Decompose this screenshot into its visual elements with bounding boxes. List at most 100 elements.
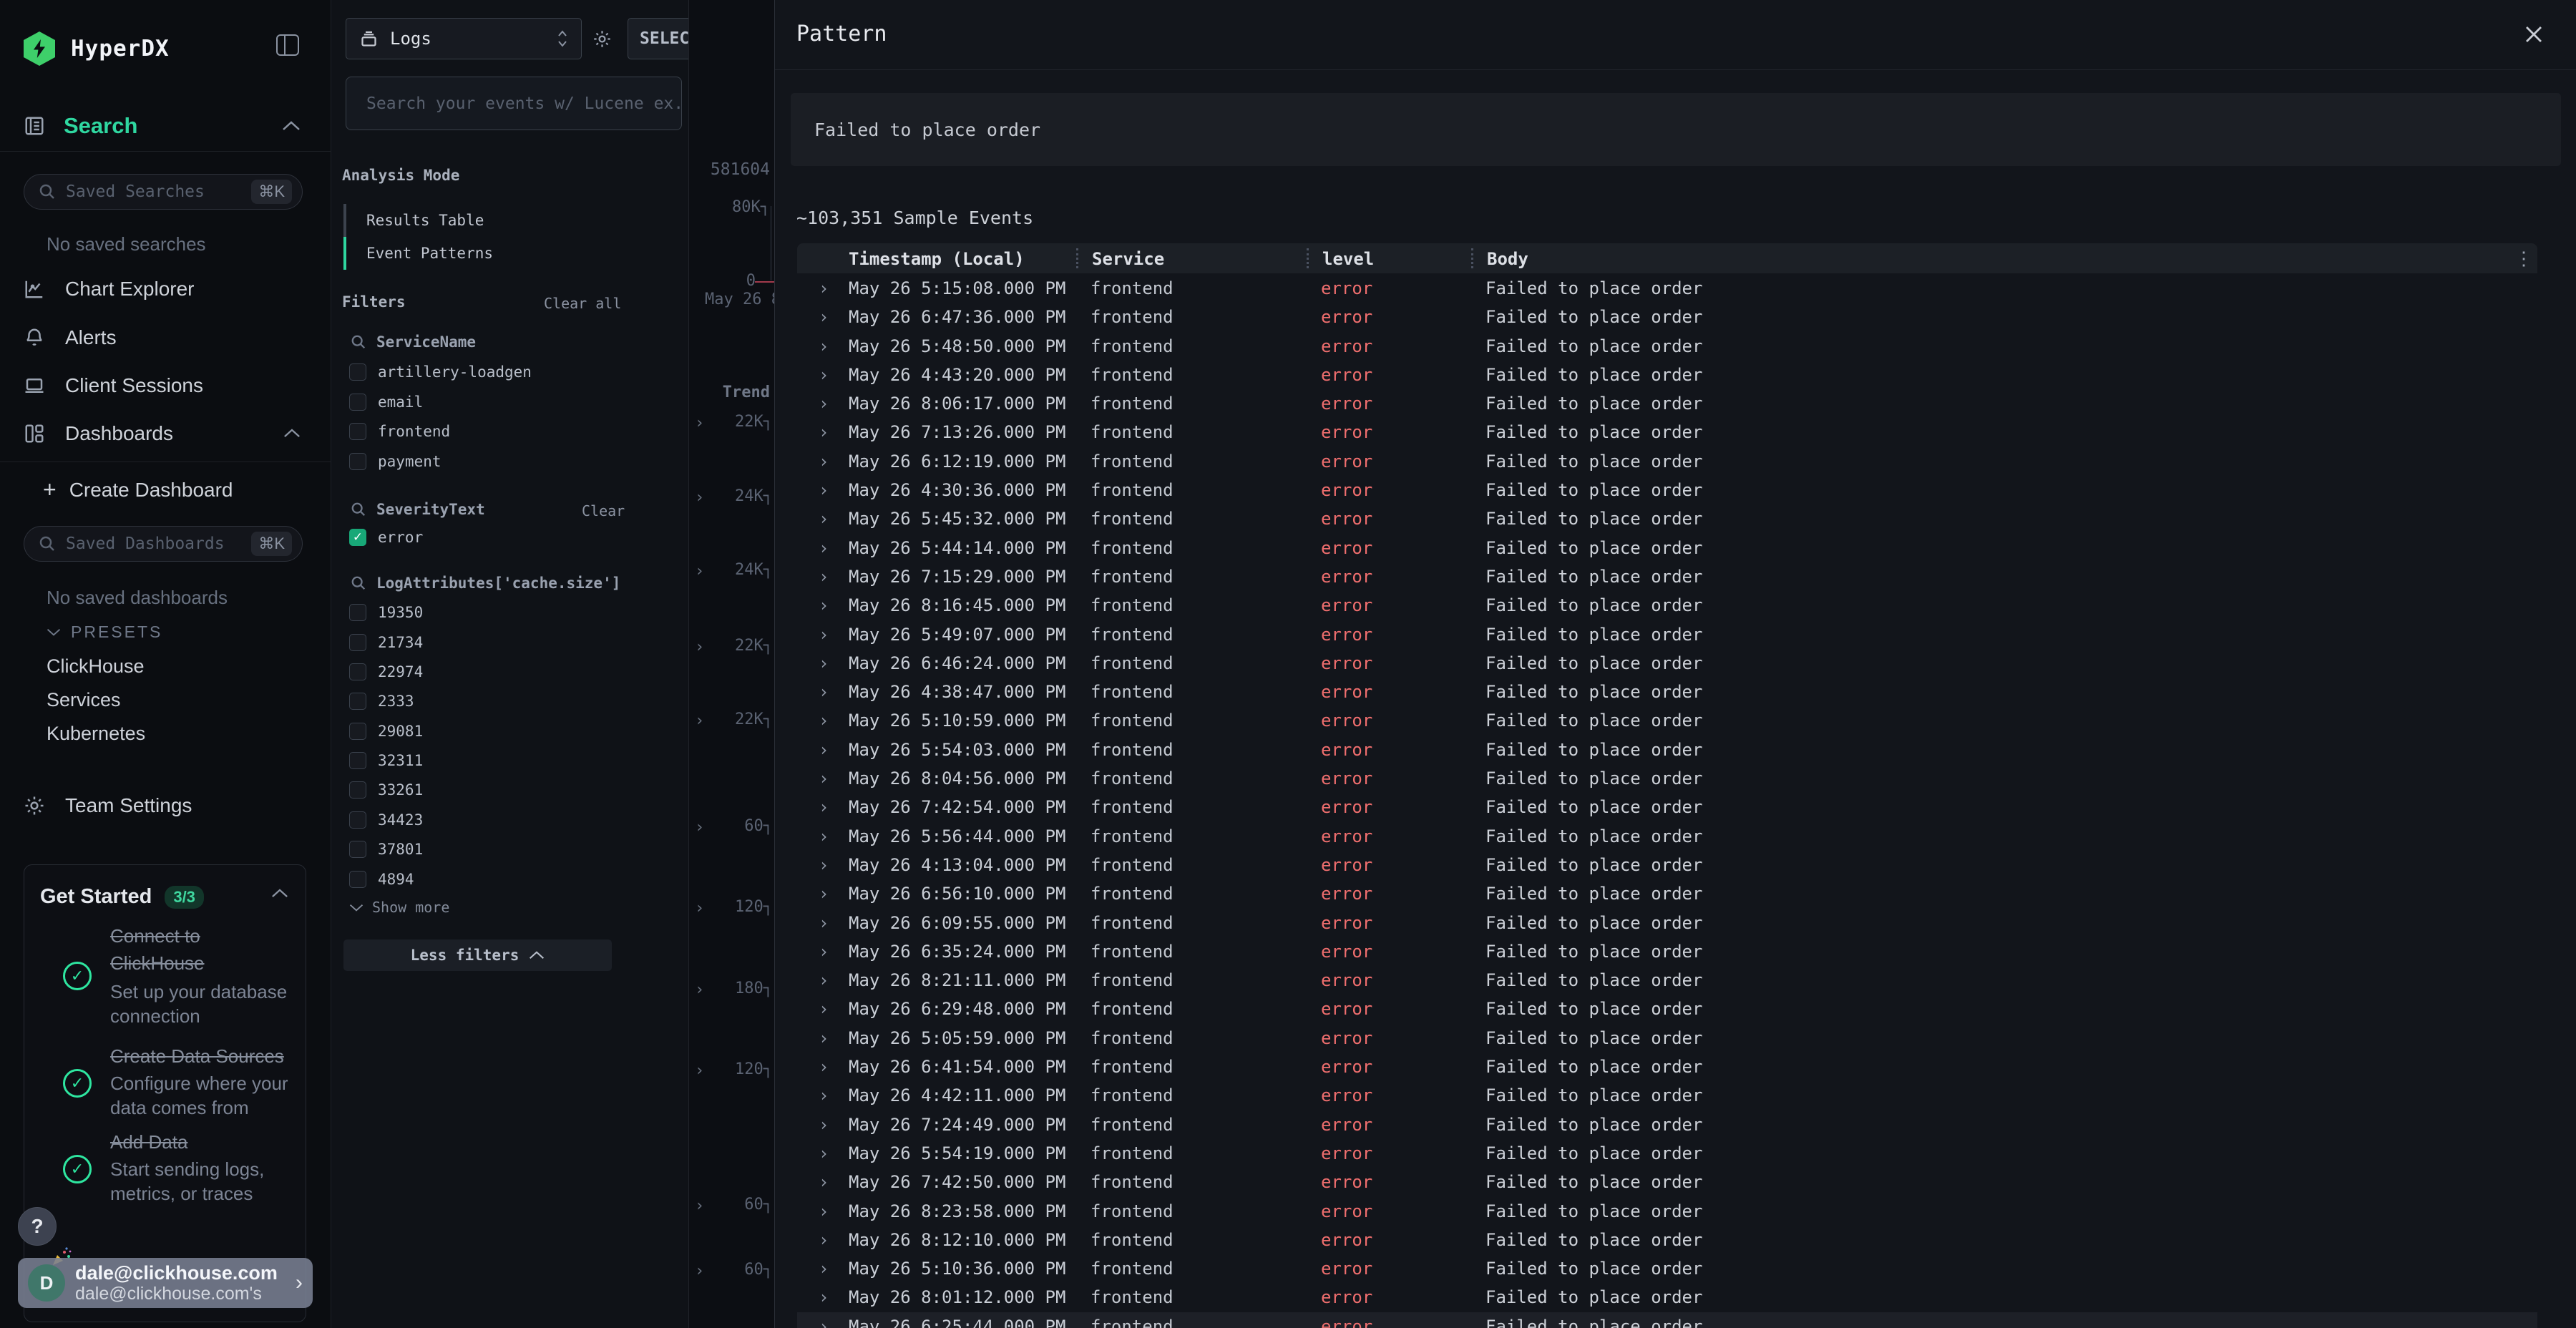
saved-dashboards-input[interactable]: Saved Dashboards ⌘K bbox=[24, 526, 303, 562]
expand-chevron-icon[interactable]: › bbox=[819, 1085, 829, 1105]
checkbox[interactable]: ✓ bbox=[349, 529, 366, 546]
pattern-row-partial[interactable]: › 24K┐ bbox=[689, 561, 774, 582]
search-icon[interactable] bbox=[351, 502, 366, 517]
checkbox[interactable] bbox=[349, 723, 366, 740]
select-columns-button[interactable]: SELECT bbox=[628, 18, 689, 59]
event-row[interactable]: › May 26 8:01:12.000 PM frontend error F… bbox=[797, 1283, 2537, 1312]
expand-chevron-icon[interactable]: › bbox=[819, 336, 829, 356]
search-icon[interactable] bbox=[351, 575, 366, 591]
expand-chevron-icon[interactable]: › bbox=[819, 942, 829, 962]
column-resize-handle[interactable] bbox=[1471, 248, 1473, 268]
clear-severity-link[interactable]: Clear bbox=[582, 502, 625, 519]
expand-chevron-icon[interactable]: › bbox=[819, 595, 829, 615]
filter-checkbox-option[interactable]: payment bbox=[349, 453, 441, 470]
close-icon[interactable] bbox=[2518, 19, 2550, 50]
event-row[interactable]: › May 26 8:12:10.000 PM frontend error F… bbox=[797, 1226, 2537, 1254]
event-row[interactable]: › May 26 8:16:45.000 PM frontend error F… bbox=[797, 591, 2537, 620]
filter-checkbox-option[interactable]: 22974 bbox=[349, 663, 423, 680]
expand-chevron-icon[interactable]: › bbox=[819, 278, 829, 298]
expand-chevron-icon[interactable]: › bbox=[819, 1201, 829, 1221]
event-search-input[interactable]: Search your events w/ Lucene ex. colu bbox=[346, 77, 682, 130]
get-started-step-title[interactable]: Connect to ClickHouse bbox=[110, 922, 289, 977]
event-row[interactable]: › May 26 5:44:14.000 PM frontend error F… bbox=[797, 534, 2537, 562]
user-menu[interactable]: D dale@clickhouse.com dale@clickhouse.co… bbox=[18, 1258, 313, 1308]
expand-chevron-icon[interactable]: › bbox=[819, 740, 829, 760]
expand-chevron-icon[interactable]: › bbox=[819, 768, 829, 788]
expand-chevron-icon[interactable]: › bbox=[819, 422, 829, 442]
checkbox[interactable] bbox=[349, 453, 366, 470]
event-row[interactable]: › May 26 5:54:03.000 PM frontend error F… bbox=[797, 736, 2537, 764]
expand-chevron-icon[interactable]: › bbox=[819, 538, 829, 558]
app-logo[interactable]: HyperDX bbox=[24, 31, 170, 66]
expand-chevron-icon[interactable]: › bbox=[819, 451, 829, 472]
event-row[interactable]: › May 26 6:25:44.000 PM frontend error F… bbox=[797, 1312, 2537, 1328]
sidebar-item-services[interactable]: Services bbox=[47, 689, 121, 711]
expand-chevron-icon[interactable]: › bbox=[819, 1172, 829, 1192]
event-row[interactable]: › May 26 6:41:54.000 PM frontend error F… bbox=[797, 1053, 2537, 1081]
expand-chevron-icon[interactable]: › bbox=[819, 365, 829, 385]
checkbox[interactable] bbox=[349, 693, 366, 710]
event-row[interactable]: › May 26 4:42:11.000 PM frontend error F… bbox=[797, 1081, 2537, 1110]
clear-all-link[interactable]: Clear all bbox=[544, 295, 621, 312]
expand-chevron-icon[interactable]: › bbox=[819, 1115, 829, 1135]
event-row[interactable]: › May 26 7:42:54.000 PM frontend error F… bbox=[797, 793, 2537, 821]
col-body[interactable]: Body bbox=[1487, 249, 1528, 269]
event-row[interactable]: › May 26 5:05:59.000 PM frontend error F… bbox=[797, 1024, 2537, 1053]
event-row[interactable]: › May 26 5:10:59.000 PM frontend error F… bbox=[797, 706, 2537, 735]
filter-checkbox-option[interactable]: 2333 bbox=[349, 693, 414, 710]
col-timestamp[interactable]: Timestamp (Local) bbox=[849, 249, 1025, 269]
event-row[interactable]: › May 26 5:15:08.000 PM frontend error F… bbox=[797, 274, 2537, 303]
pattern-row-partial[interactable]: › 180┐ bbox=[689, 980, 774, 1001]
event-row[interactable]: › May 26 4:38:47.000 PM frontend error F… bbox=[797, 678, 2537, 706]
source-select[interactable]: Logs bbox=[346, 18, 582, 59]
checkbox[interactable] bbox=[349, 752, 366, 769]
help-button[interactable]: ? bbox=[18, 1207, 57, 1246]
checkbox[interactable] bbox=[349, 604, 366, 621]
pattern-row-partial[interactable]: › 24K┐ bbox=[689, 487, 774, 509]
expand-chevron-icon[interactable]: › bbox=[819, 855, 829, 875]
checkbox[interactable] bbox=[349, 841, 366, 858]
expand-chevron-icon[interactable]: › bbox=[819, 625, 829, 645]
search-icon[interactable] bbox=[351, 334, 366, 350]
filter-checkbox-option[interactable]: 4894 bbox=[349, 871, 414, 888]
pattern-row-partial[interactable]: › 22K┐ bbox=[689, 711, 774, 732]
event-row[interactable]: › May 26 4:13:04.000 PM frontend error F… bbox=[797, 851, 2537, 879]
chevron-up-icon[interactable] bbox=[282, 120, 301, 132]
sidebar-item-chart-explorer[interactable]: Chart Explorer bbox=[24, 278, 195, 301]
collapse-sidebar-icon[interactable] bbox=[276, 34, 299, 56]
create-dashboard-button[interactable]: + Create Dashboard bbox=[43, 477, 233, 503]
event-row[interactable]: › May 26 6:09:55.000 PM frontend error F… bbox=[797, 909, 2537, 937]
event-row[interactable]: › May 26 4:43:20.000 PM frontend error F… bbox=[797, 361, 2537, 389]
pattern-row-partial[interactable]: › 120┐ bbox=[689, 1060, 774, 1082]
col-level[interactable]: level bbox=[1322, 249, 1374, 269]
expand-chevron-icon[interactable]: › bbox=[819, 1317, 829, 1328]
expand-chevron-icon[interactable]: › bbox=[819, 480, 829, 500]
event-row[interactable]: › May 26 5:54:19.000 PM frontend error F… bbox=[797, 1139, 2537, 1168]
event-row[interactable]: › May 26 8:06:17.000 PM frontend error F… bbox=[797, 389, 2537, 418]
less-filters-button[interactable]: Less filters bbox=[343, 939, 612, 971]
filter-checkbox-option[interactable]: frontend bbox=[349, 423, 450, 440]
expand-chevron-icon[interactable]: › bbox=[819, 509, 829, 529]
column-resize-handle[interactable] bbox=[1307, 248, 1309, 268]
checkbox[interactable] bbox=[349, 634, 366, 651]
event-row[interactable]: › May 26 5:49:07.000 PM frontend error F… bbox=[797, 620, 2537, 649]
checkbox[interactable] bbox=[349, 363, 366, 381]
column-resize-handle[interactable] bbox=[1076, 248, 1078, 268]
event-row[interactable]: › May 26 6:47:36.000 PM frontend error F… bbox=[797, 303, 2537, 331]
filter-checkbox-option[interactable]: 37801 bbox=[349, 841, 423, 858]
expand-chevron-icon[interactable]: › bbox=[819, 999, 829, 1019]
expand-chevron-icon[interactable]: › bbox=[819, 913, 829, 933]
sidebar-item-dashboards[interactable]: Dashboards bbox=[24, 422, 173, 445]
expand-chevron-icon[interactable]: › bbox=[819, 567, 829, 587]
filter-checkbox-option[interactable]: 21734 bbox=[349, 634, 423, 651]
event-row[interactable]: › May 26 5:56:44.000 PM frontend error F… bbox=[797, 822, 2537, 851]
pattern-row-partial[interactable]: › 22K┐ bbox=[689, 413, 774, 434]
pattern-row-partial[interactable]: › 60┐ bbox=[689, 1261, 774, 1282]
get-started-step-title[interactable]: Create Data Sources bbox=[110, 1043, 331, 1070]
event-row[interactable]: › May 26 5:48:50.000 PM frontend error F… bbox=[797, 332, 2537, 361]
pattern-row-partial[interactable]: › 60┐ bbox=[689, 1196, 774, 1217]
pattern-row-partial[interactable]: › 120┐ bbox=[689, 898, 774, 919]
expand-chevron-icon[interactable]: › bbox=[819, 1230, 829, 1250]
sidebar-item-kubernetes[interactable]: Kubernetes bbox=[47, 723, 145, 745]
event-row[interactable]: › May 26 6:56:10.000 PM frontend error F… bbox=[797, 879, 2537, 908]
